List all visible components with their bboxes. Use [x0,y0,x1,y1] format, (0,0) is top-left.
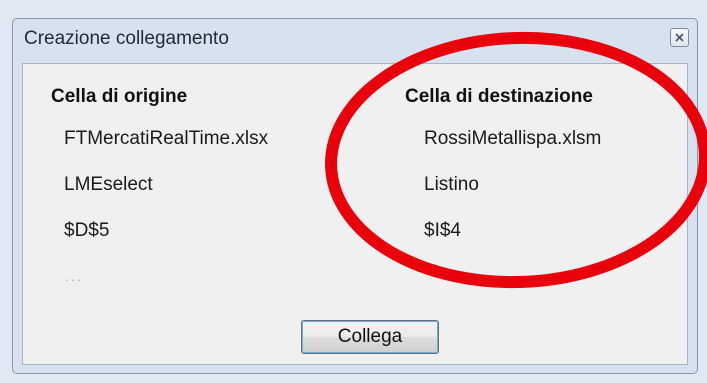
destination-cell: $I$4 [424,220,461,241]
close-icon [675,33,684,42]
close-button[interactable] [670,28,689,47]
title-bar[interactable]: Creazione collegamento [13,19,697,59]
window-title: Creazione collegamento [24,28,229,49]
destination-heading: Cella di destinazione [405,86,593,107]
link-creation-dialog: Creazione collegamento Cella di origine … [12,18,698,374]
collega-button[interactable]: Collega [301,320,439,354]
origin-more: ... [65,268,83,284]
origin-cell: $D$5 [64,220,110,241]
origin-heading: Cella di origine [51,86,188,107]
origin-file: FTMercatiRealTime.xlsx [64,128,269,149]
origin-sheet: LMEselect [64,174,153,195]
dialog-content: Cella di origine FTMercatiRealTime.xlsx … [22,63,688,365]
destination-file: RossiMetallispa.xlsm [424,128,602,149]
destination-sheet: Listino [424,174,479,195]
